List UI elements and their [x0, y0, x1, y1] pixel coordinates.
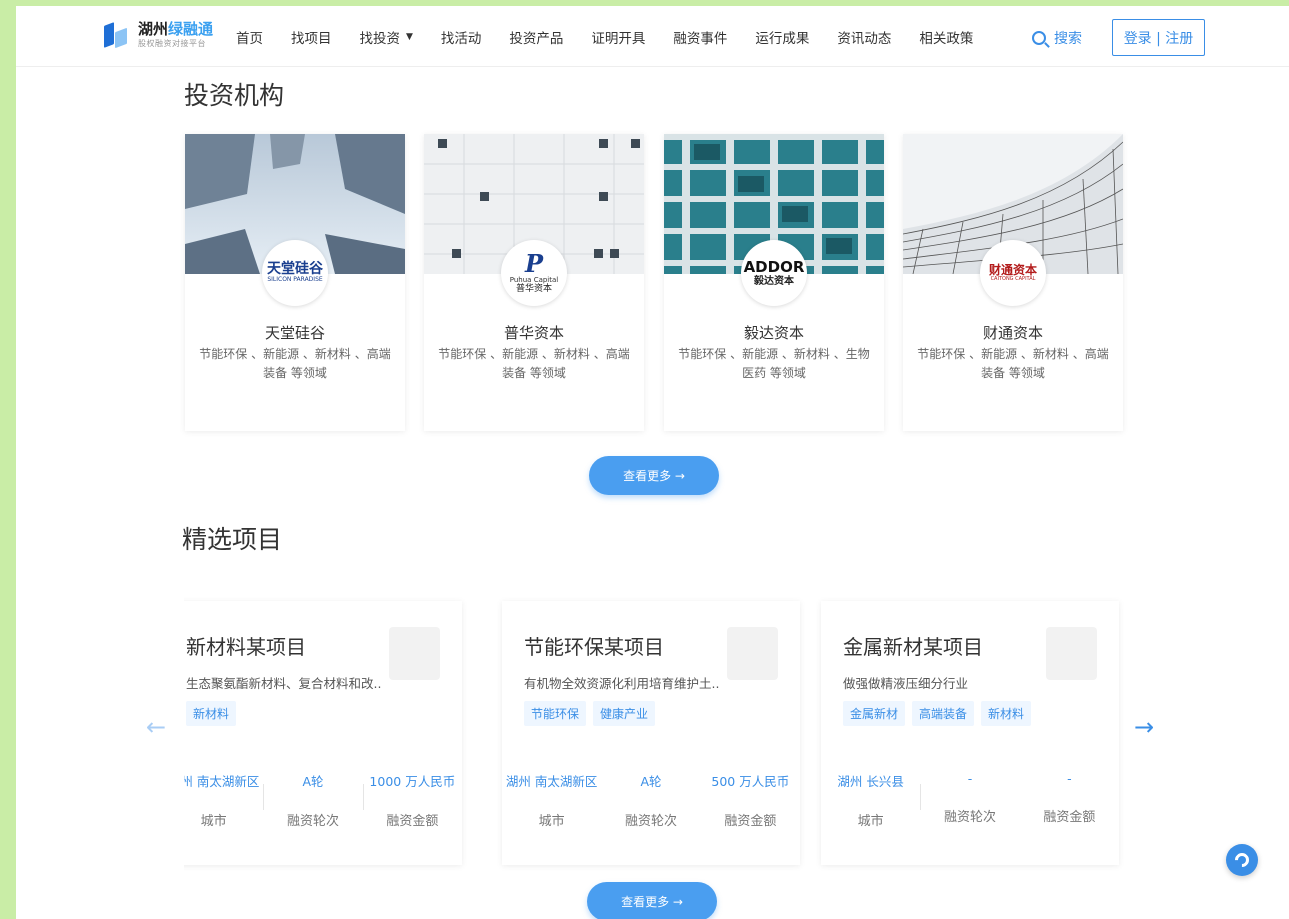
- project-summary: 做强做精液压细分行业: [843, 676, 969, 691]
- search-label: 搜索: [1054, 31, 1082, 47]
- project-title: 节能环保某项目: [524, 635, 664, 659]
- projects-section-title: 精选项目: [182, 525, 283, 554]
- investor-card[interactable]: 天堂硅谷 SILICON PARADISE 天堂硅谷 节能环保 、新能源 、新材料…: [185, 134, 405, 431]
- logo-title: 湖州绿融通: [138, 20, 214, 38]
- project-amount-value: 500 万人民币: [711, 774, 790, 789]
- investor-desc: 节能环保 、新能源 、新材料 、高端装备 等领域: [438, 347, 630, 380]
- search-icon: [1032, 31, 1046, 45]
- project-card[interactable]: 金属新材某项目 做强做精液压细分行业 金属新材 高端装备 新材料 湖州 长兴县城…: [821, 601, 1119, 865]
- view-more-projects-button[interactable]: 查看更多 →: [587, 882, 717, 919]
- search-button[interactable]: 搜索: [1032, 28, 1082, 48]
- site-logo[interactable]: 湖州绿融通 股权融资对接平台: [102, 17, 213, 53]
- project-round-label: 融资轮次: [943, 810, 996, 825]
- project-city-value: 湖州 长兴县: [837, 774, 904, 789]
- nav-find-projects[interactable]: 找项目: [291, 27, 332, 47]
- project-tag: 新材料: [186, 701, 237, 726]
- investor-logo: P Puhua Capital 普华资本: [501, 240, 567, 306]
- nav-policies[interactable]: 相关政策: [919, 27, 973, 47]
- project-card[interactable]: 节能环保某项目 有机物全效资源化利用培育维护土.. 节能环保 健康产业 湖州 南…: [502, 601, 800, 865]
- investor-logo: 财通资本 CAITONG CAPITAL: [980, 240, 1046, 306]
- project-amount-value: -: [1067, 771, 1072, 786]
- project-title: 金属新材某项目: [843, 635, 983, 659]
- investor-name: 天堂硅谷: [264, 324, 325, 342]
- project-round-value: A轮: [302, 774, 324, 789]
- nav-news[interactable]: 资讯动态: [837, 27, 891, 47]
- investor-desc: 节能环保 、新能源 、新材料 、生物医药 等领域: [678, 347, 870, 380]
- project-thumbnail: [727, 627, 778, 680]
- project-tags: 新材料: [186, 701, 243, 726]
- project-round-value: -: [967, 771, 973, 786]
- project-stats: 湖州 南太湖新区 城市 A轮融资轮次 500 万人民币 融资金额: [502, 771, 800, 831]
- logo-mark-icon: [102, 20, 132, 50]
- investor-desc: 节能环保 、新能源 、新材料 、高端装备 等领域: [199, 347, 391, 380]
- investor-logo: 天堂硅谷 SILICON PARADISE: [262, 240, 328, 306]
- project-amount-label: 融资金额: [1043, 810, 1096, 825]
- investor-card[interactable]: 财通资本 CAITONG CAPITAL 财通资本 节能环保 、新能源 、新材料 …: [903, 134, 1123, 431]
- carousel-prev-arrow-icon[interactable]: ←: [146, 713, 166, 741]
- investor-desc: 节能环保 、新能源 、新材料 、高端装备 等领域: [917, 347, 1109, 380]
- project-city-label: 城市: [538, 814, 565, 829]
- projects-carousel: 新材料某项目 生态聚氨酯新材料、复合材料和改.. 新材料 湖州 南太湖新区城市 …: [184, 596, 1124, 876]
- project-tag: 节能环保: [524, 701, 587, 726]
- project-tag: 新材料: [981, 701, 1032, 726]
- project-thumbnail: [389, 627, 440, 680]
- view-more-investors-button[interactable]: 查看更多 →: [589, 456, 719, 495]
- project-round-label: 融资轮次: [286, 814, 339, 829]
- project-city-label: 城市: [857, 814, 884, 829]
- login-register-button[interactable]: 登录 | 注册: [1112, 19, 1205, 56]
- carousel-next-arrow-icon[interactable]: →: [1134, 713, 1154, 741]
- project-summary: 有机物全效资源化利用培育维护土..: [524, 676, 720, 691]
- investor-name: 毅达资本: [743, 324, 804, 342]
- caret-down-icon: ▼: [406, 31, 413, 42]
- nav-results[interactable]: 运行成果: [755, 27, 809, 47]
- project-tag: 金属新材: [843, 701, 906, 726]
- project-city-value: 湖州 南太湖新区: [505, 774, 598, 789]
- project-round-value: A轮: [640, 774, 662, 789]
- nav-investment-products[interactable]: 投资产品: [509, 27, 563, 47]
- investor-name: 普华资本: [503, 324, 564, 342]
- nav-financing-events[interactable]: 融资事件: [673, 27, 727, 47]
- project-stats: 湖州 长兴县 城市 - 融资轮次 - 融资金额: [821, 771, 1119, 831]
- nav-find-events[interactable]: 找活动: [441, 27, 482, 47]
- project-title: 新材料某项目: [186, 635, 306, 659]
- project-tag: 高端装备: [912, 701, 975, 726]
- project-card[interactable]: 新材料某项目 生态聚氨酯新材料、复合材料和改.. 新材料 湖州 南太湖新区城市 …: [184, 601, 462, 865]
- investor-card[interactable]: P Puhua Capital 普华资本 普华资本 节能环保 、新能源 、新材料 、…: [424, 134, 644, 431]
- investor-card[interactable]: ADDOR 毅达资本 毅达资本 节能环保 、新能源 、新材料 、生物医药 等领域: [664, 134, 884, 431]
- logo-subtitle: 股权融资对接平台: [138, 39, 206, 48]
- project-summary: 生态聚氨酯新材料、复合材料和改..: [186, 676, 382, 691]
- project-stats: 湖州 南太湖新区城市 A轮融资轮次 1000 万人民币融资金额: [184, 771, 462, 831]
- project-city-value: 湖州 南太湖新区: [184, 774, 260, 789]
- project-tags: 金属新材 高端装备 新材料: [843, 701, 1038, 726]
- investor-logo: ADDOR 毅达资本: [741, 240, 807, 306]
- project-amount-value: 1000 万人民币: [369, 774, 456, 789]
- nav-certificates[interactable]: 证明开具: [591, 27, 645, 47]
- investor-name: 财通资本: [982, 324, 1043, 342]
- top-navbar: 湖州绿融通 股权融资对接平台 首页 找项目 找投资 ▼ 找活动 投资产品 证明开具…: [16, 6, 1289, 67]
- nav-home[interactable]: 首页: [236, 27, 263, 47]
- project-tag: 健康产业: [593, 701, 656, 726]
- project-thumbnail: [1046, 627, 1097, 680]
- nav-find-investment[interactable]: 找投资 ▼: [360, 27, 413, 47]
- project-city-label: 城市: [200, 814, 227, 829]
- customer-service-icon[interactable]: [1226, 844, 1258, 876]
- project-round-label: 融资轮次: [624, 814, 677, 829]
- investors-section-title: 投资机构: [184, 81, 285, 110]
- project-amount-label: 融资金额: [386, 814, 439, 829]
- page: 湖州绿融通 股权融资对接平台 首页 找项目 找投资 ▼ 找活动 投资产品 证明开具…: [16, 6, 1289, 919]
- main-nav: 首页 找项目 找投资 ▼ 找活动 投资产品 证明开具 融资事件 运行成果 资讯动态…: [236, 6, 1001, 67]
- project-amount-label: 融资金额: [724, 814, 777, 829]
- project-tags: 节能环保 健康产业: [524, 701, 662, 726]
